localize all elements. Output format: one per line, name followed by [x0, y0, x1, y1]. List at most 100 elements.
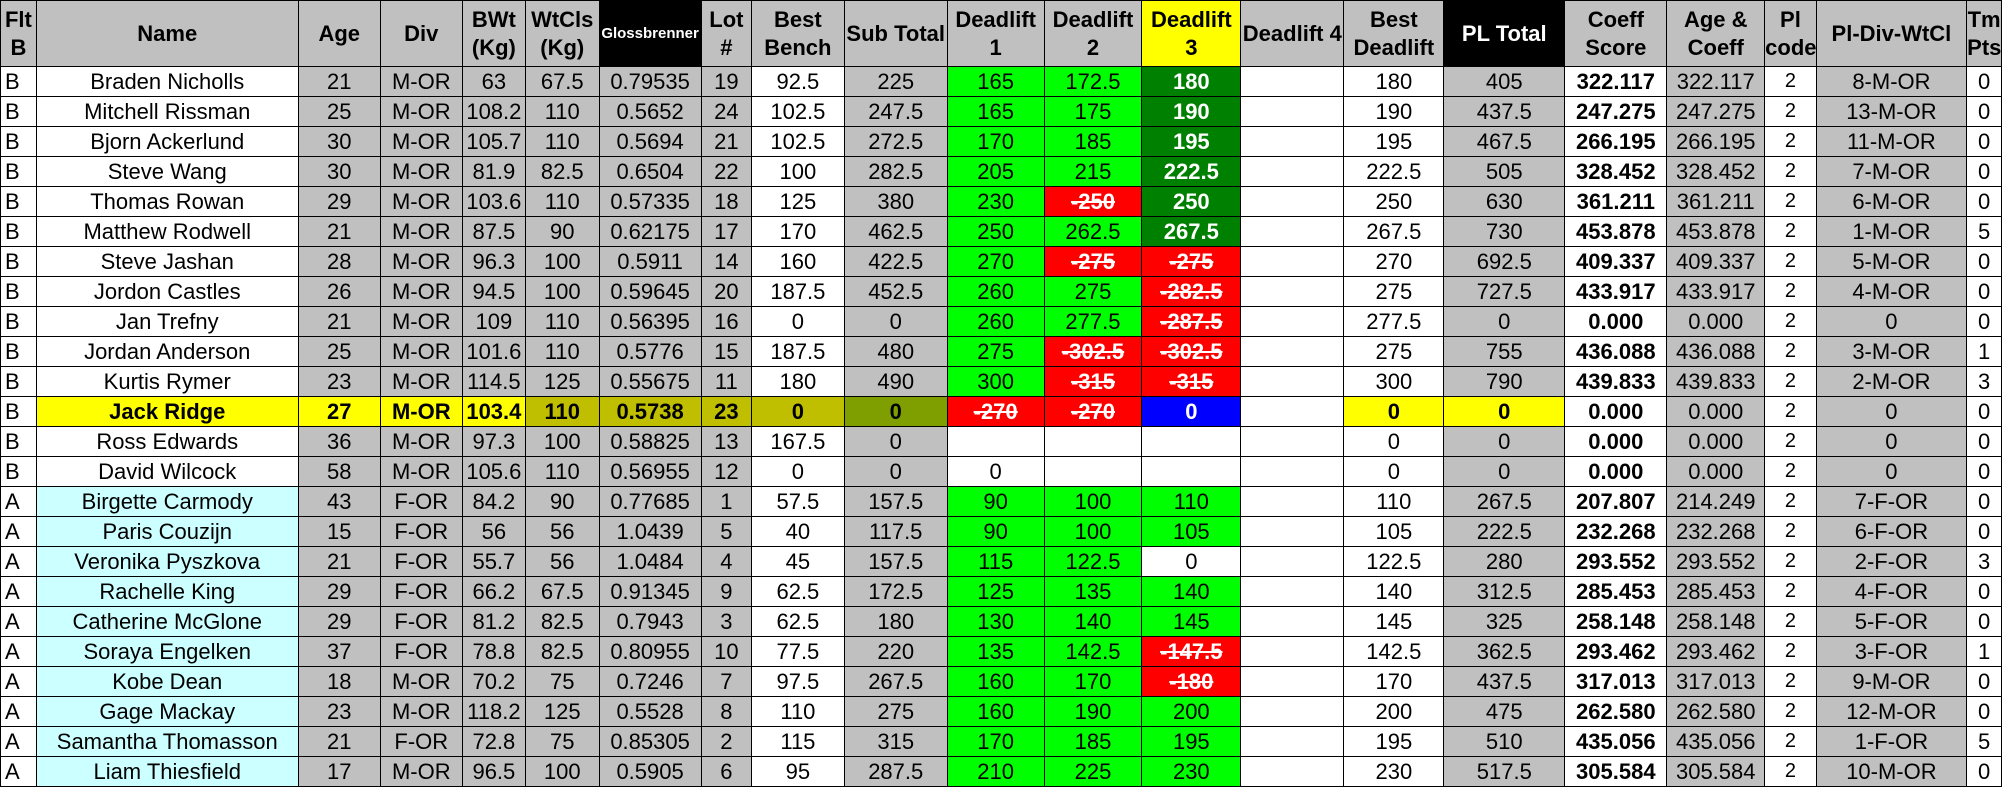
cell-name[interactable]: Kobe Dean: [35, 666, 299, 697]
cell-bench[interactable]: 187.5: [751, 276, 845, 307]
cell-bestdl[interactable]: 195: [1343, 126, 1445, 157]
cell-subtotal[interactable]: 0: [843, 456, 948, 487]
cell-name[interactable]: Veronika Pyszkova: [35, 546, 299, 577]
cell-bwt[interactable]: 87.5: [461, 216, 526, 247]
cell-subtotal[interactable]: 157.5: [843, 546, 948, 577]
cell-lot[interactable]: 4: [700, 546, 753, 577]
cell-bench[interactable]: 110: [751, 696, 845, 727]
column-header-age[interactable]: Age: [297, 0, 381, 67]
cell-subtotal[interactable]: 0: [843, 426, 948, 457]
cell-dl4[interactable]: [1240, 546, 1345, 577]
cell-pldiv[interactable]: 0: [1815, 426, 1968, 457]
cell-age[interactable]: 17: [297, 756, 381, 787]
cell-dl3[interactable]: [1141, 426, 1242, 457]
cell-div[interactable]: F-OR: [379, 546, 463, 577]
column-header-pltotal[interactable]: PL Total: [1443, 0, 1566, 67]
cell-plcode[interactable]: 2: [1764, 516, 1817, 547]
cell-pltotal[interactable]: 0: [1443, 306, 1566, 337]
cell-dl1[interactable]: 205: [946, 156, 1045, 187]
cell-pldiv[interactable]: 2-F-OR: [1815, 546, 1968, 577]
cell-tm[interactable]: 0: [1966, 246, 2002, 277]
cell-name[interactable]: Soraya Engelken: [35, 636, 299, 667]
cell-pldiv[interactable]: 3-M-OR: [1815, 336, 1968, 367]
cell-plcode[interactable]: 2: [1764, 216, 1817, 247]
cell-dl1[interactable]: 230: [946, 186, 1045, 217]
cell-dl2[interactable]: 175: [1043, 96, 1143, 127]
cell-dl2[interactable]: 100: [1043, 486, 1143, 517]
cell-flt[interactable]: B: [0, 126, 37, 157]
cell-bench[interactable]: 40: [751, 516, 845, 547]
cell-gloss[interactable]: 0.79535: [598, 66, 702, 97]
cell-age[interactable]: 37: [297, 636, 381, 667]
cell-pldiv[interactable]: 6-M-OR: [1815, 186, 1968, 217]
cell-tm[interactable]: 5: [1966, 216, 2002, 247]
cell-pltotal[interactable]: 475: [1443, 696, 1566, 727]
cell-wtcls[interactable]: 82.5: [524, 636, 600, 667]
cell-lot[interactable]: 2: [700, 726, 753, 757]
cell-gloss[interactable]: 0.7246: [598, 666, 702, 697]
cell-dl4[interactable]: [1240, 186, 1345, 217]
cell-tm[interactable]: 0: [1966, 756, 2002, 787]
cell-tm[interactable]: 0: [1966, 276, 2002, 307]
cell-bestdl[interactable]: 195: [1343, 726, 1445, 757]
cell-lot[interactable]: 12: [700, 456, 753, 487]
cell-pldiv[interactable]: 3-F-OR: [1815, 636, 1968, 667]
cell-tm[interactable]: 0: [1966, 606, 2002, 637]
cell-pltotal[interactable]: 267.5: [1443, 486, 1566, 517]
cell-wtcls[interactable]: 56: [524, 546, 600, 577]
cell-lot[interactable]: 17: [700, 216, 753, 247]
cell-plcode[interactable]: 2: [1764, 756, 1817, 787]
cell-agecoeff[interactable]: 435.056: [1666, 726, 1766, 757]
column-header-flt[interactable]: Flt B: [0, 0, 37, 67]
cell-dl2[interactable]: 140: [1043, 606, 1143, 637]
cell-lot[interactable]: 3: [700, 606, 753, 637]
cell-agecoeff[interactable]: 247.275: [1666, 96, 1766, 127]
cell-agecoeff[interactable]: 436.088: [1666, 336, 1766, 367]
cell-plcode[interactable]: 2: [1764, 426, 1817, 457]
cell-dl2[interactable]: -302.5: [1043, 336, 1143, 367]
cell-bwt[interactable]: 118.2: [461, 696, 526, 727]
cell-dl3[interactable]: 195: [1141, 726, 1242, 757]
cell-name[interactable]: Paris Couzijn: [35, 516, 299, 547]
cell-plcode[interactable]: 2: [1764, 366, 1817, 397]
cell-bestdl[interactable]: 122.5: [1343, 546, 1445, 577]
cell-dl3[interactable]: 0: [1141, 546, 1242, 577]
cell-bestdl[interactable]: 250: [1343, 186, 1445, 217]
cell-coeff[interactable]: 0.000: [1564, 426, 1668, 457]
cell-bwt[interactable]: 109: [461, 306, 526, 337]
cell-dl4[interactable]: [1240, 726, 1345, 757]
cell-gloss[interactable]: 0.80955: [598, 636, 702, 667]
cell-bwt[interactable]: 55.7: [461, 546, 526, 577]
cell-bench[interactable]: 77.5: [751, 636, 845, 667]
cell-bench[interactable]: 57.5: [751, 486, 845, 517]
cell-pltotal[interactable]: 312.5: [1443, 576, 1566, 607]
cell-dl2[interactable]: 100: [1043, 516, 1143, 547]
cell-gloss[interactable]: 0.5652: [598, 96, 702, 127]
cell-dl4[interactable]: [1240, 276, 1345, 307]
cell-age[interactable]: 18: [297, 666, 381, 697]
cell-dl2[interactable]: 185: [1043, 126, 1143, 157]
cell-gloss[interactable]: 1.0439: [598, 516, 702, 547]
cell-bestdl[interactable]: 105: [1343, 516, 1445, 547]
cell-gloss[interactable]: 0.7943: [598, 606, 702, 637]
cell-name[interactable]: Kurtis Rymer: [35, 366, 299, 397]
cell-subtotal[interactable]: 315: [843, 726, 948, 757]
cell-tm[interactable]: 1: [1966, 636, 2002, 667]
cell-name[interactable]: Steve Jashan: [35, 246, 299, 277]
cell-dl4[interactable]: [1240, 156, 1345, 187]
cell-dl3[interactable]: 230: [1141, 756, 1242, 787]
column-header-plcode[interactable]: Pl code: [1764, 0, 1817, 67]
cell-dl1[interactable]: 0: [946, 456, 1045, 487]
cell-plcode[interactable]: 2: [1764, 66, 1817, 97]
cell-bench[interactable]: 160: [751, 246, 845, 277]
cell-subtotal[interactable]: 267.5: [843, 666, 948, 697]
cell-bwt[interactable]: 105.7: [461, 126, 526, 157]
cell-dl1[interactable]: -270: [946, 396, 1045, 427]
cell-bwt[interactable]: 63: [461, 66, 526, 97]
cell-tm[interactable]: 0: [1966, 156, 2002, 187]
cell-plcode[interactable]: 2: [1764, 486, 1817, 517]
cell-pltotal[interactable]: 517.5: [1443, 756, 1566, 787]
cell-pltotal[interactable]: 630: [1443, 186, 1566, 217]
column-header-coeff[interactable]: Coeff Score: [1564, 0, 1668, 67]
cell-gloss[interactable]: 0.5528: [598, 696, 702, 727]
